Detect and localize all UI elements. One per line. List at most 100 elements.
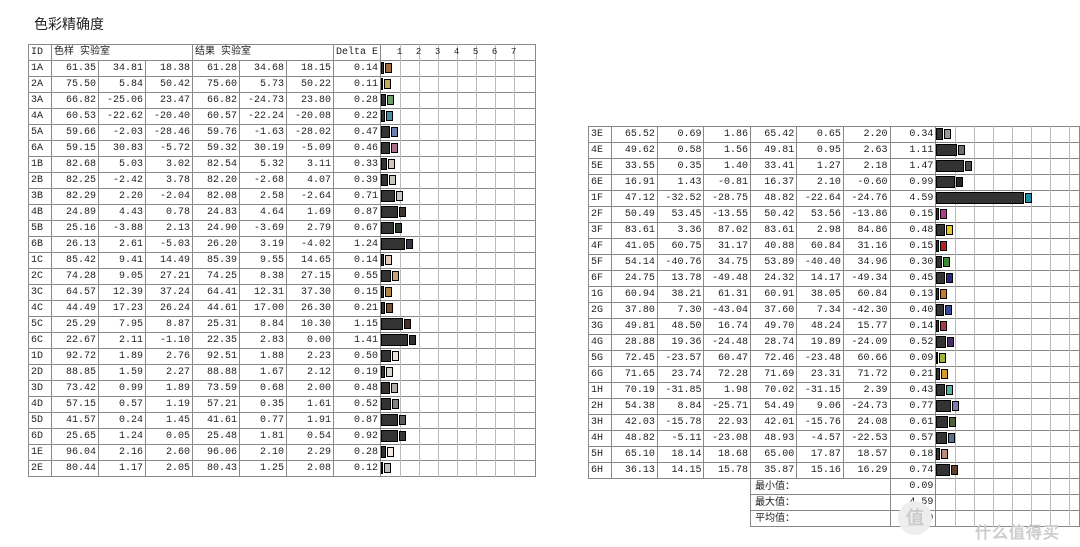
cell-L2: 73.59 (193, 381, 240, 397)
cell-b2: -13.86 (843, 207, 890, 223)
table-row: 5G72.45-23.5760.4772.46-23.4860.660.09 (589, 351, 1080, 367)
cell-L1: 72.45 (611, 351, 657, 367)
cell-b1: 87.02 (704, 223, 751, 239)
cell-delta-e: 0.87 (334, 205, 381, 221)
cell-delta-e: 0.87 (334, 413, 381, 429)
cell-a1: 9.05 (99, 269, 146, 285)
cell-L1: 74.28 (52, 269, 99, 285)
cell-b1: -20.40 (146, 109, 193, 125)
cell-b1: 1.98 (704, 383, 751, 399)
cell-a2: 2.83 (240, 333, 287, 349)
cell-bar (381, 301, 536, 317)
color-swatch (939, 353, 946, 363)
watermark-icon: 值 (898, 501, 932, 535)
cell-L1: 88.85 (52, 365, 99, 381)
cell-b1: 27.21 (146, 269, 193, 285)
cell-b2: 2.00 (287, 381, 334, 397)
col-result-lab: 结果 实验室 (193, 45, 334, 61)
color-swatch (395, 223, 402, 233)
cell-bar (936, 319, 1080, 335)
color-swatch (965, 161, 972, 171)
cell-L2: 59.32 (193, 141, 240, 157)
cell-delta-e: 0.09 (890, 351, 936, 367)
cell-L2: 85.39 (193, 253, 240, 269)
cell-b2: 1.69 (287, 205, 334, 221)
cell-a1: 12.39 (99, 285, 146, 301)
color-swatch (392, 351, 399, 361)
cell-id: 5H (589, 447, 612, 463)
cell-a2: 17.00 (240, 301, 287, 317)
table-row: 6G71.6523.7472.2871.6923.3171.720.21 (589, 367, 1080, 383)
cell-delta-e: 0.52 (334, 397, 381, 413)
cell-L1: 73.42 (52, 381, 99, 397)
cell-id: 2B (29, 173, 52, 189)
color-swatch (385, 287, 392, 297)
cell-delta-e: 0.67 (334, 221, 381, 237)
cell-id: 5E (589, 159, 612, 175)
color-swatch (385, 255, 392, 265)
cell-L2: 22.35 (193, 333, 240, 349)
color-table-left: ID 色样 实验室 结果 实验室 Delta E 1234567 1A61.35… (28, 44, 536, 477)
table-row: 3C64.5712.3937.2464.4112.3137.300.15 (29, 285, 536, 301)
col-bar-ticks: 1234567 (381, 45, 536, 61)
cell-L1: 25.65 (52, 429, 99, 445)
cell-delta-e: 0.28 (334, 93, 381, 109)
cell-delta-e: 1.11 (890, 143, 936, 159)
cell-L2: 24.90 (193, 221, 240, 237)
cell-b1: 61.31 (704, 287, 751, 303)
cell-L1: 16.91 (611, 175, 657, 191)
table-row: 6F24.7513.78-49.4824.3214.17-49.340.45 (589, 271, 1080, 287)
cell-b2: -24.09 (843, 335, 890, 351)
cell-L2: 82.54 (193, 157, 240, 173)
cell-b2: 2.63 (843, 143, 890, 159)
cell-b2: 2.08 (287, 461, 334, 477)
cell-id: 3C (29, 285, 52, 301)
cell-b1: 37.24 (146, 285, 193, 301)
table-row: 6D25.651.240.0525.481.810.540.92 (29, 429, 536, 445)
cell-L1: 57.15 (52, 397, 99, 413)
cell-L1: 65.10 (611, 447, 657, 463)
cell-id: 3H (589, 415, 612, 431)
cell-bar (936, 415, 1080, 431)
cell-a2: 7.34 (797, 303, 844, 319)
cell-delta-e: 0.11 (334, 77, 381, 93)
color-swatch (391, 143, 398, 153)
cell-b2: 2.20 (843, 127, 890, 143)
cell-delta-e: 0.99 (890, 175, 936, 191)
cell-a2: 3.19 (240, 237, 287, 253)
table-row: 4E49.620.581.5649.810.952.631.11 (589, 143, 1080, 159)
cell-b1: 0.05 (146, 429, 193, 445)
cell-a2: 30.19 (240, 141, 287, 157)
cell-a2: 2.58 (240, 189, 287, 205)
cell-L1: 33.55 (611, 159, 657, 175)
cell-id: 1G (589, 287, 612, 303)
table-row: 2G37.807.30-43.0437.607.34-42.300.40 (589, 303, 1080, 319)
cell-b1: 34.75 (704, 255, 751, 271)
cell-delta-e: 1.47 (890, 159, 936, 175)
cell-L2: 25.31 (193, 317, 240, 333)
cell-b1: -23.08 (704, 431, 751, 447)
cell-a1: -2.42 (99, 173, 146, 189)
cell-L1: 28.88 (611, 335, 657, 351)
cell-id: 4C (29, 301, 52, 317)
cell-L2: 54.49 (751, 399, 797, 415)
cell-delta-e: 4.59 (890, 191, 936, 207)
cell-a2: -22.64 (797, 191, 844, 207)
cell-L1: 41.57 (52, 413, 99, 429)
cell-id: 6A (29, 141, 52, 157)
summary-max: 最大值：4.59 (589, 495, 1080, 511)
table-row: 4G28.8819.36-24.4828.7419.89-24.090.52 (589, 335, 1080, 351)
cell-a2: 60.84 (797, 239, 844, 255)
cell-bar (381, 61, 536, 77)
cell-id: 1A (29, 61, 52, 77)
table-row: 2B82.25-2.423.7882.20-2.684.070.39 (29, 173, 536, 189)
cell-b2: 84.86 (843, 223, 890, 239)
cell-id: 3B (29, 189, 52, 205)
cell-delta-e: 0.14 (890, 319, 936, 335)
cell-bar (381, 189, 536, 205)
table-row: 5C25.297.958.8725.318.8410.301.15 (29, 317, 536, 333)
color-swatch (943, 257, 950, 267)
cell-delta-e: 0.15 (890, 207, 936, 223)
cell-L2: 82.08 (193, 189, 240, 205)
cell-a2: 0.77 (240, 413, 287, 429)
